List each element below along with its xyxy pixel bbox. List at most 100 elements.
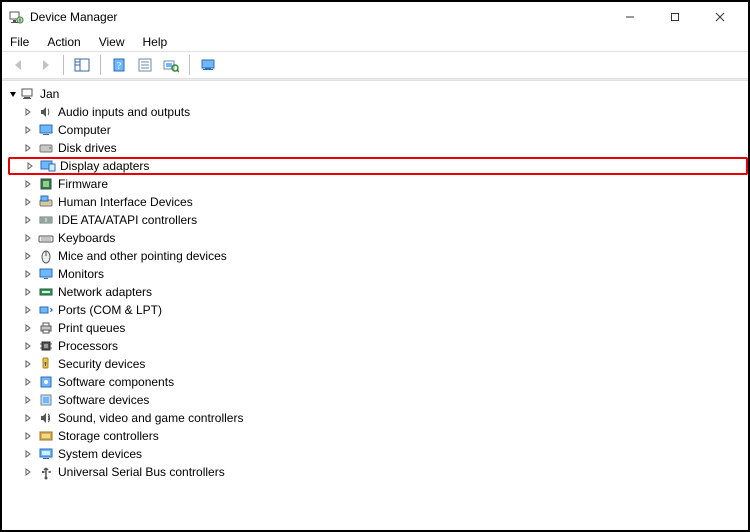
tree-item-label: Print queues (58, 321, 125, 335)
tree-item[interactable]: Human Interface Devices (6, 193, 748, 211)
ide-icon (38, 212, 54, 228)
chevron-right-icon[interactable] (24, 180, 34, 188)
tree-item-label: Processors (58, 339, 118, 353)
chevron-right-icon[interactable] (24, 324, 34, 332)
chevron-right-icon[interactable] (24, 396, 34, 404)
tree-item-label: Security devices (58, 357, 145, 371)
menubar: File Action View Help (2, 32, 748, 52)
tree-item-label: IDE ATA/ATAPI controllers (58, 213, 197, 227)
computer-icon (38, 122, 54, 138)
tree-item[interactable]: Storage controllers (6, 427, 748, 445)
tree-root-label: Jan (40, 87, 59, 101)
properties-button[interactable] (134, 54, 156, 76)
chevron-right-icon[interactable] (24, 378, 34, 386)
tree-item-label: Network adapters (58, 285, 152, 299)
tree-item[interactable]: Firmware (6, 175, 748, 193)
chevron-right-icon[interactable] (24, 360, 34, 368)
tree-item[interactable]: System devices (6, 445, 748, 463)
tree-item-label: Mice and other pointing devices (58, 249, 227, 263)
tree-item-label: Monitors (58, 267, 104, 281)
toolbar-separator (189, 55, 190, 75)
scan-hardware-button[interactable] (160, 54, 182, 76)
tree-item[interactable]: Computer (6, 121, 748, 139)
device-tree[interactable]: Jan Audio inputs and outputs Computer Disk… (2, 81, 748, 530)
close-button[interactable] (697, 3, 742, 31)
minimize-button[interactable] (607, 3, 652, 31)
softcomp-icon (38, 374, 54, 390)
tree-item-label: Keyboards (58, 231, 115, 245)
tree-item[interactable]: Print queues (6, 319, 748, 337)
tree-item-label: Sound, video and game controllers (58, 411, 243, 425)
ports-icon (38, 302, 54, 318)
usb-icon (38, 464, 54, 480)
window-root: Device Manager File Action View Help (0, 0, 750, 532)
tree-item[interactable]: Software devices (6, 391, 748, 409)
help-button[interactable]: ? (108, 54, 130, 76)
chevron-right-icon[interactable] (24, 270, 34, 278)
caret-open-icon[interactable] (8, 89, 18, 99)
toolbar-separator (63, 55, 64, 75)
tree-item[interactable]: Sound, video and game controllers (6, 409, 748, 427)
tree-item[interactable]: Software components (6, 373, 748, 391)
hid-icon (38, 194, 54, 210)
menu-action[interactable]: Action (47, 35, 80, 49)
softdev-icon (38, 392, 54, 408)
audio-icon (38, 104, 54, 120)
toolbar: ? (2, 52, 748, 78)
mouse-icon (38, 248, 54, 264)
tree-item-label: Human Interface Devices (58, 195, 193, 209)
chevron-right-icon[interactable] (24, 306, 34, 314)
toolbar-separator (100, 55, 101, 75)
titlebar: Device Manager (2, 2, 748, 32)
chevron-right-icon[interactable] (24, 342, 34, 350)
chevron-right-icon[interactable] (24, 468, 34, 476)
computer-root-icon (20, 86, 36, 102)
svg-text:?: ? (117, 61, 122, 72)
tree-item[interactable]: Display adapters (8, 157, 748, 175)
display-icon (40, 158, 56, 174)
chevron-right-icon[interactable] (24, 450, 34, 458)
tree-item[interactable]: Keyboards (6, 229, 748, 247)
tree-item-label: Software components (58, 375, 174, 389)
processor-icon (38, 338, 54, 354)
show-hide-tree-button[interactable] (71, 54, 93, 76)
tree-item[interactable]: Ports (COM & LPT) (6, 301, 748, 319)
tree-item[interactable]: Monitors (6, 265, 748, 283)
tree-item[interactable]: Mice and other pointing devices (6, 247, 748, 265)
tree-item[interactable]: Network adapters (6, 283, 748, 301)
monitor-icon (38, 266, 54, 282)
chevron-right-icon[interactable] (24, 198, 34, 206)
window-title: Device Manager (30, 10, 607, 24)
maximize-button[interactable] (652, 3, 697, 31)
menu-view[interactable]: View (99, 35, 125, 49)
tree-item[interactable]: Audio inputs and outputs (6, 103, 748, 121)
tree-item-label: Software devices (58, 393, 149, 407)
tree-item[interactable]: IDE ATA/ATAPI controllers (6, 211, 748, 229)
back-button[interactable] (8, 54, 30, 76)
tree-item[interactable]: Disk drives (6, 139, 748, 157)
storage-icon (38, 428, 54, 444)
tree-item[interactable]: Security devices (6, 355, 748, 373)
chevron-right-icon[interactable] (24, 216, 34, 224)
tree-items-container: Audio inputs and outputs Computer Disk dri… (6, 103, 748, 481)
chevron-right-icon[interactable] (24, 252, 34, 260)
forward-button[interactable] (34, 54, 56, 76)
menu-help[interactable]: Help (143, 35, 168, 49)
chevron-right-icon[interactable] (24, 432, 34, 440)
tree-item-label: Audio inputs and outputs (58, 105, 190, 119)
chevron-right-icon[interactable] (26, 162, 36, 170)
chevron-right-icon[interactable] (24, 108, 34, 116)
chevron-right-icon[interactable] (24, 414, 34, 422)
chevron-right-icon[interactable] (24, 126, 34, 134)
chevron-right-icon[interactable] (24, 288, 34, 296)
tree-root-row[interactable]: Jan (6, 85, 748, 103)
chevron-right-icon[interactable] (24, 234, 34, 242)
tree-item[interactable]: Universal Serial Bus controllers (6, 463, 748, 481)
devices-button[interactable] (197, 54, 219, 76)
app-icon (8, 9, 24, 25)
menu-file[interactable]: File (10, 35, 29, 49)
tree-item-label: Disk drives (58, 141, 117, 155)
chevron-right-icon[interactable] (24, 144, 34, 152)
tree-item[interactable]: Processors (6, 337, 748, 355)
keyboard-icon (38, 230, 54, 246)
